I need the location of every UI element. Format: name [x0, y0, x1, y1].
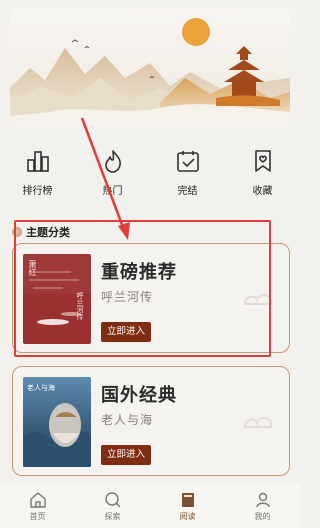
book-cover[interactable]: 老人与海	[23, 377, 91, 467]
sun-icon	[182, 18, 210, 46]
cover-title: 老人与海	[27, 384, 55, 392]
enter-button[interactable]: 立即进入	[101, 322, 151, 342]
tab-read-label: 阅读	[179, 511, 196, 521]
category-card-featured[interactable]: 萧红 呼兰河传 重磅推荐 呼兰河传 立即进入	[12, 243, 290, 353]
user-icon	[255, 492, 270, 507]
cover-author: 萧红	[28, 260, 37, 276]
tab-mine[interactable]: 我的	[238, 491, 288, 522]
enter-button[interactable]: 立即进入	[101, 445, 151, 465]
nav-hot-label: 热门	[102, 186, 123, 197]
card-subtitle: 呼兰河传	[101, 290, 154, 304]
nav-favorites[interactable]: 收藏	[233, 148, 293, 200]
nav-finished[interactable]: 完结	[158, 148, 218, 200]
cloud-pattern-icon	[243, 417, 273, 428]
cover-title: 呼兰河传	[76, 292, 84, 320]
section-title: 主题分类	[12, 224, 70, 240]
section-title-text: 主题分类	[26, 226, 70, 239]
explore-icon	[104, 491, 120, 507]
nav-finished-label: 完结	[177, 186, 198, 197]
nav-hot[interactable]: 热门	[83, 148, 143, 200]
bookmark-heart-icon	[254, 150, 271, 172]
home-icon	[29, 491, 46, 508]
section-dot-icon	[12, 227, 22, 237]
card-title: 重磅推荐	[101, 262, 177, 283]
landscape-illustration	[10, 18, 290, 126]
banner[interactable]	[10, 8, 290, 126]
tab-read[interactable]: 阅读	[163, 491, 213, 522]
nav-ranking[interactable]: 排行榜	[8, 148, 68, 200]
tab-home[interactable]: 首页	[13, 491, 63, 522]
book-cover[interactable]: 萧红 呼兰河传	[23, 254, 91, 344]
book-icon	[181, 492, 194, 507]
calendar-check-icon	[176, 151, 199, 172]
card-title: 国外经典	[101, 385, 177, 406]
cloud-pattern-icon	[243, 294, 273, 305]
nav-ranking-label: 排行榜	[22, 186, 53, 197]
tab-explore[interactable]: 探索	[88, 491, 138, 522]
nav-favorites-label: 收藏	[252, 186, 273, 197]
tab-bar: 首页 探索 阅读 我的	[0, 484, 300, 528]
tab-explore-label: 探索	[104, 511, 121, 521]
bar-chart-icon	[26, 151, 49, 172]
flame-icon	[104, 150, 121, 173]
card-subtitle: 老人与海	[101, 413, 154, 427]
quick-nav: 排行榜 热门 完结 收藏	[0, 148, 300, 200]
tab-home-label: 首页	[29, 511, 46, 521]
tab-mine-label: 我的	[254, 511, 271, 521]
category-card-classics[interactable]: 老人与海 国外经典 老人与海 立即进入	[12, 366, 290, 476]
